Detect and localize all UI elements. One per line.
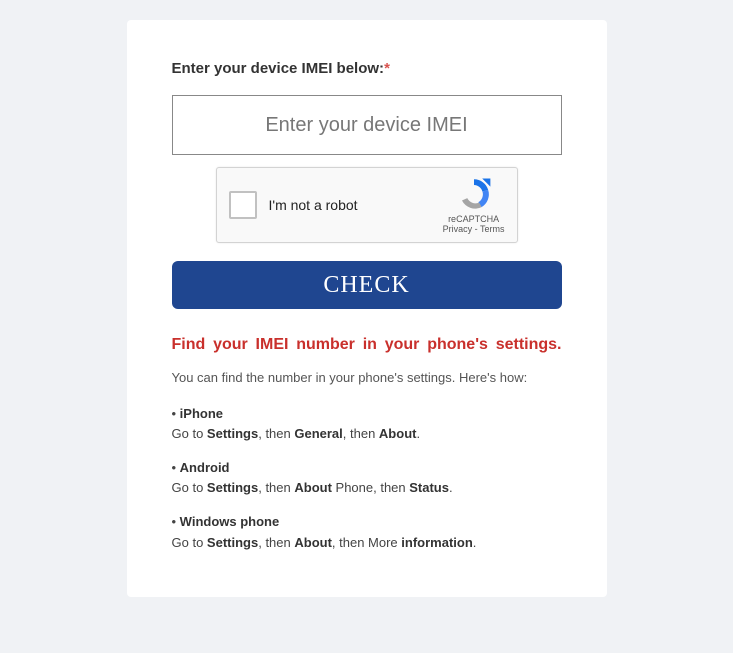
instructions-intro: You can find the number in your phone's … — [172, 368, 562, 388]
platform-steps: Go to Settings, then General, then About… — [172, 426, 421, 441]
recaptcha-widget: I'm not a robot reCAPTCHA Privacy - Term… — [216, 167, 518, 243]
recaptcha-brand-text: reCAPTCHA — [443, 214, 505, 224]
check-button[interactable]: CHECK — [172, 261, 562, 309]
recaptcha-container: I'm not a robot reCAPTCHA Privacy - Term… — [172, 167, 562, 243]
recaptcha-icon — [454, 176, 494, 212]
platform-iphone: • iPhone Go to Settings, then General, t… — [172, 404, 562, 444]
platform-name: Windows phone — [180, 514, 280, 529]
imei-field-label: Enter your device IMEI below:* — [172, 60, 562, 77]
platform-name: Android — [180, 460, 230, 475]
recaptcha-branding: reCAPTCHA Privacy - Terms — [443, 176, 505, 234]
instructions-heading: Find your IMEI number in your phone's se… — [172, 334, 562, 356]
platform-android: • Android Go to Settings, then About Pho… — [172, 458, 562, 498]
label-text: Enter your device IMEI below: — [172, 60, 385, 77]
platform-steps: Go to Settings, then About, then More in… — [172, 535, 477, 550]
recaptcha-links: Privacy - Terms — [443, 224, 505, 234]
imei-check-card: Enter your device IMEI below:* I'm not a… — [127, 20, 607, 597]
recaptcha-sep: - — [472, 224, 480, 234]
recaptcha-label: I'm not a robot — [269, 197, 443, 213]
platform-name: iPhone — [180, 406, 223, 421]
platform-steps: Go to Settings, then About Phone, then S… — [172, 480, 453, 495]
imei-input[interactable] — [172, 95, 562, 155]
recaptcha-privacy-link[interactable]: Privacy — [443, 224, 473, 234]
recaptcha-checkbox[interactable] — [229, 191, 257, 219]
platform-windows: • Windows phone Go to Settings, then Abo… — [172, 512, 562, 552]
recaptcha-terms-link[interactable]: Terms — [480, 224, 505, 234]
required-mark: * — [384, 60, 390, 77]
